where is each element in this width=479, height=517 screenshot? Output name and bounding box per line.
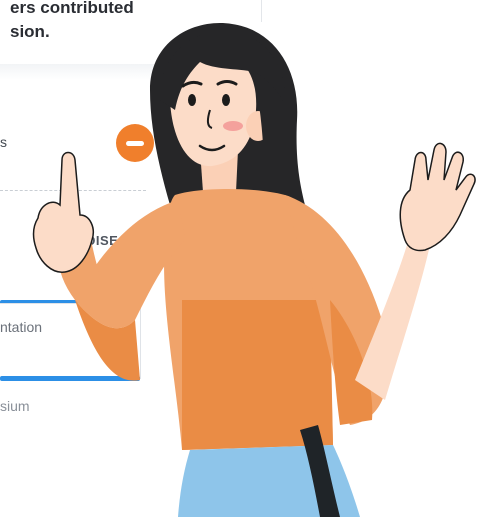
woman-character-illustration — [32, 23, 476, 517]
right-eye — [222, 94, 230, 106]
open-hand — [399, 142, 476, 252]
left-eye — [188, 94, 196, 106]
pointing-hand — [32, 151, 94, 273]
cheek-blush — [223, 121, 243, 131]
